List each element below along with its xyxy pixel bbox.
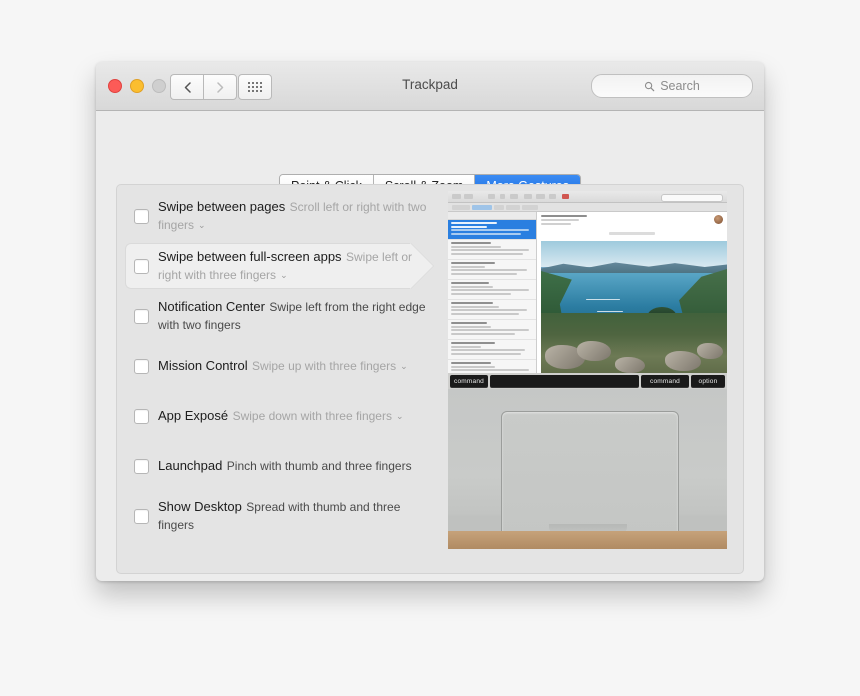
preview-keyboard-row: command command option xyxy=(448,373,727,389)
window-content: Point & Click Scroll & Zoom More Gesture… xyxy=(96,111,764,581)
checkbox-swipe-between-full-screen-apps[interactable] xyxy=(134,258,149,274)
gesture-row-notification-center[interactable]: Notification Center Swipe left from the … xyxy=(117,291,435,341)
gesture-text: Show Desktop Spread with thumb and three… xyxy=(158,498,435,534)
gesture-subtitle-text: Swipe up with three fingers xyxy=(252,359,397,373)
preview-photo-lake-tahoe xyxy=(541,241,727,373)
gesture-row-mission-control[interactable]: Mission Control Swipe up with three fing… xyxy=(117,341,435,391)
search-placeholder: Search xyxy=(660,79,700,93)
preview-mail-search xyxy=(661,193,723,202)
gesture-preview-video: command command option xyxy=(448,191,727,549)
gesture-subtitle-text: Swipe down with three fingers xyxy=(232,409,392,423)
list-item xyxy=(448,240,536,260)
preview-trackpad-notch xyxy=(548,524,627,534)
key-option: option xyxy=(691,374,725,388)
list-item xyxy=(448,360,536,373)
gesture-row-show-desktop[interactable]: Show Desktop Spread with thumb and three… xyxy=(117,491,435,541)
checkbox-swipe-between-pages[interactable] xyxy=(134,208,149,224)
chevron-down-icon: ⌄ xyxy=(198,220,206,230)
checkbox-notification-center[interactable] xyxy=(134,308,149,324)
preview-mail-body xyxy=(537,212,727,373)
gesture-list: Swipe between pages Scroll left or right… xyxy=(117,191,435,541)
preview-screen xyxy=(448,191,727,373)
gesture-title: Launchpad xyxy=(158,458,223,473)
list-item xyxy=(448,340,536,360)
gesture-subtitle-text: Pinch with thumb and three fingers xyxy=(226,459,412,473)
list-item xyxy=(448,220,536,240)
avatar xyxy=(714,215,723,224)
chevron-down-icon: ⌄ xyxy=(280,270,288,280)
chevron-down-icon: ⌄ xyxy=(395,411,404,421)
checkbox-app-expose[interactable] xyxy=(134,408,149,424)
trackpad-preferences-window: Trackpad Search Point & Click Scroll & Z… xyxy=(96,62,764,581)
search-field[interactable]: Search xyxy=(591,74,753,98)
preview-mail-list xyxy=(448,212,537,373)
list-item xyxy=(448,320,536,340)
preview-trackpad xyxy=(501,411,679,542)
gesture-subtitle[interactable]: Swipe down with three fingers ⌄ xyxy=(233,409,404,423)
gesture-text: Swipe between pages Scroll left or right… xyxy=(158,198,435,234)
list-item xyxy=(448,260,536,280)
gesture-title: App Exposé xyxy=(158,408,229,423)
gesture-text: Swipe between full-screen apps Swipe lef… xyxy=(158,248,435,284)
gesture-title: Swipe between pages xyxy=(158,199,286,214)
search-icon xyxy=(645,81,655,91)
list-item xyxy=(448,280,536,300)
gesture-title: Notification Center xyxy=(158,299,265,314)
gesture-text: Mission Control Swipe up with three fing… xyxy=(158,357,408,375)
gesture-row-launchpad[interactable]: Launchpad Pinch with thumb and three fin… xyxy=(117,441,435,491)
checkbox-show-desktop[interactable] xyxy=(134,508,149,524)
gesture-subtitle[interactable]: Swipe up with three fingers ⌄ xyxy=(252,359,408,373)
checkbox-launchpad[interactable] xyxy=(134,458,149,474)
gesture-row-app-expose[interactable]: App Exposé Swipe down with three fingers… xyxy=(117,391,435,441)
gesture-row-swipe-between-pages[interactable]: Swipe between pages Scroll left or right… xyxy=(117,191,435,241)
chevron-down-icon: ⌄ xyxy=(400,361,408,371)
gesture-row-swipe-between-full-screen-apps[interactable]: Swipe between full-screen apps Swipe lef… xyxy=(117,241,435,291)
preview-mail-toolbar xyxy=(448,191,727,203)
gesture-title: Swipe between full-screen apps xyxy=(158,249,342,264)
window-titlebar: Trackpad Search xyxy=(96,62,764,111)
preview-laptop-body xyxy=(448,389,727,549)
list-item xyxy=(448,300,536,320)
preview-mail-tabs xyxy=(448,203,727,212)
key-command-right: command xyxy=(641,374,689,388)
checkbox-mission-control[interactable] xyxy=(134,358,149,374)
gesture-text: Notification Center Swipe left from the … xyxy=(158,298,435,334)
gesture-text: App Exposé Swipe down with three fingers… xyxy=(158,407,404,425)
key-space xyxy=(490,374,639,388)
gesture-text: Launchpad Pinch with thumb and three fin… xyxy=(158,457,412,475)
gesture-subtitle: Pinch with thumb and three fingers xyxy=(227,459,412,473)
key-command-left: command xyxy=(450,374,488,388)
gestures-panel: Swipe between pages Scroll left or right… xyxy=(116,184,744,574)
preview-mail-split xyxy=(448,212,727,373)
gesture-title: Mission Control xyxy=(158,358,248,373)
gesture-title: Show Desktop xyxy=(158,499,242,514)
